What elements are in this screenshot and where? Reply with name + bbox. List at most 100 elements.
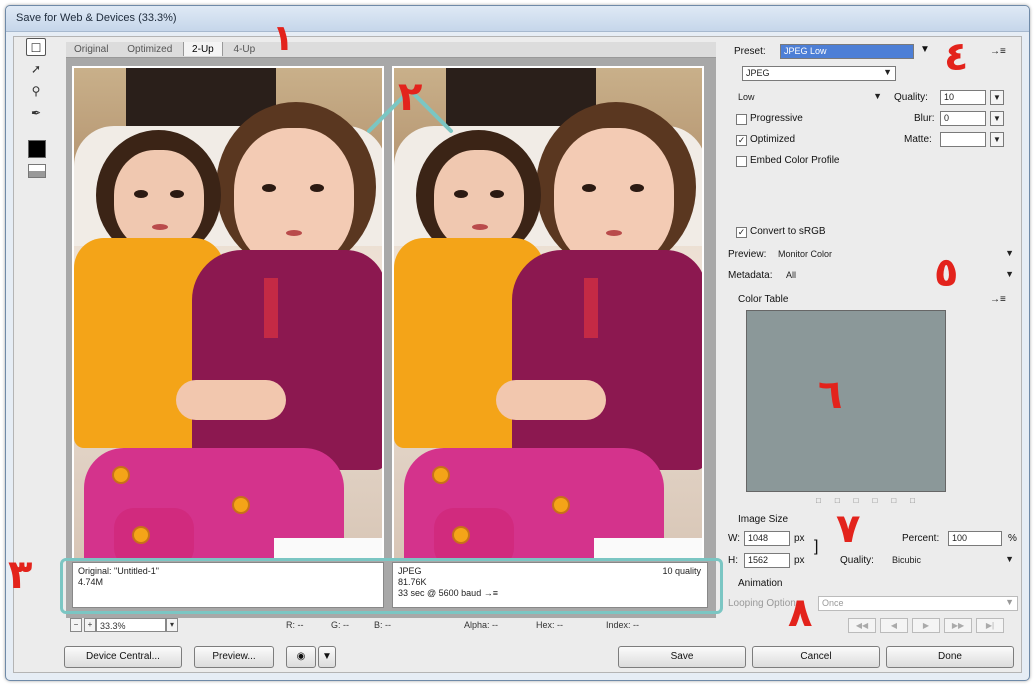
percent-field[interactable]: 100 — [948, 531, 1002, 546]
photo-flower — [234, 498, 248, 512]
preset-select[interactable]: JPEG Low — [780, 44, 914, 59]
blur-field[interactable]: 0 — [940, 111, 986, 126]
browser-icon[interactable]: ◉ — [286, 646, 316, 668]
embed-color-profile-label: Embed Color Profile — [750, 155, 840, 166]
optimize-menu-icon[interactable]: →≡ — [990, 46, 1006, 57]
photo-mouth — [606, 230, 622, 236]
color-table-label: Color Table — [738, 294, 789, 305]
annotation-marker-4: ٤ — [944, 34, 969, 80]
quality-field[interactable]: 10 — [940, 90, 986, 105]
animation-controls: ◀◀ ◀ ▶ ▶▶ ▶| — [848, 618, 1018, 634]
color-table-menu-icon[interactable]: →≡ — [990, 294, 1006, 305]
looping-options-select[interactable]: Once ▼ — [818, 596, 1018, 611]
slice-select-tool-icon[interactable]: ➚ — [26, 60, 46, 78]
annotation-marker-2: ٢ — [398, 74, 423, 120]
resample-quality-value: Bicubic — [892, 555, 922, 565]
width-field[interactable]: 1048 — [744, 531, 790, 546]
zoom-level-field[interactable]: 33.3% — [96, 618, 166, 632]
zoom-level-value: 33.3% — [100, 621, 126, 631]
optimized-label: Optimized — [750, 134, 796, 145]
chevron-down-icon: ▼ — [883, 67, 892, 77]
file-format-select[interactable]: JPEG ▼ — [742, 66, 896, 81]
blur-label: Blur: — [914, 113, 935, 124]
blue-readout: B: -- — [374, 620, 391, 630]
previous-frame-icon[interactable]: ◀ — [880, 618, 908, 633]
constrain-proportions-icon[interactable]: ] — [814, 538, 818, 556]
photo-arm — [176, 380, 286, 420]
quality-label: Quality: — [894, 92, 928, 103]
done-button[interactable]: Done — [886, 646, 1014, 668]
preview-value: Monitor Color — [778, 249, 833, 259]
quality-level-value: Low — [738, 92, 755, 102]
zoom-out-icon[interactable]: − — [70, 618, 82, 632]
next-frame-icon[interactable]: ▶▶ — [944, 618, 972, 633]
eyedropper-color-swatch[interactable] — [28, 140, 46, 158]
photo-eye — [134, 190, 148, 198]
tab-2-up[interactable]: 2-Up — [183, 42, 223, 56]
first-frame-icon[interactable]: ◀◀ — [848, 618, 876, 633]
progressive-checkbox[interactable] — [736, 114, 747, 125]
tab-optimized[interactable]: Optimized — [119, 42, 180, 56]
metadata-value: All — [786, 270, 797, 280]
chevron-down-icon: ▼ — [1005, 248, 1014, 258]
photo-eye — [262, 184, 276, 192]
width-value: 1048 — [748, 533, 769, 543]
photo-flower — [114, 468, 128, 482]
play-icon[interactable]: ▶ — [912, 618, 940, 633]
hand-tool-icon[interactable]: ☐ — [26, 38, 46, 56]
photo-eye — [454, 190, 468, 198]
quality-level-select[interactable]: Low ▼ — [734, 90, 886, 105]
tab-4-up[interactable]: 4-Up — [226, 42, 264, 56]
green-readout: G: -- — [331, 620, 349, 630]
quality-dropdown-icon[interactable]: ▼ — [990, 90, 1004, 105]
tab-original[interactable]: Original — [66, 42, 116, 56]
annotation-marker-1: ١ — [272, 18, 294, 59]
device-central-button[interactable]: Device Central... — [64, 646, 182, 668]
zoom-dropdown-icon[interactable]: ▾ — [166, 618, 178, 632]
height-field[interactable]: 1562 — [744, 553, 790, 568]
optimized-image-pane[interactable] — [392, 66, 704, 560]
preset-dropdown-icon[interactable]: ▼ — [920, 44, 930, 55]
quality-value: 10 — [944, 92, 955, 102]
resample-quality-select[interactable]: Bicubic ▼ — [888, 553, 1018, 568]
height-value: 1562 — [748, 555, 769, 565]
photo-shoe — [434, 508, 514, 558]
color-table-area[interactable] — [746, 310, 946, 492]
matte-field[interactable] — [940, 132, 986, 147]
preview-label: Preview: — [728, 249, 767, 260]
photo-eye — [170, 190, 184, 198]
photo-girl-face — [554, 128, 674, 268]
photo-dress-stripe — [264, 278, 278, 338]
preview-in-browser-button[interactable]: Preview... — [194, 646, 274, 668]
convert-srgb-checkbox[interactable]: ✓ — [736, 227, 747, 238]
optimized-checkbox[interactable]: ✓ — [736, 135, 747, 146]
photo-mouth — [472, 224, 488, 230]
blur-value: 0 — [944, 113, 950, 123]
toggle-slices-visibility-icon[interactable] — [28, 164, 46, 178]
file-format-value: JPEG — [746, 68, 770, 78]
image-size-label: Image Size — [738, 514, 789, 525]
browser-menu-dropdown-icon[interactable]: ▼ — [318, 646, 336, 668]
chevron-down-icon: ▼ — [873, 91, 882, 101]
photo-seat — [274, 538, 382, 558]
chevron-down-icon: ▼ — [1005, 269, 1014, 279]
save-button[interactable]: Save — [618, 646, 746, 668]
tool-column: ☐ ➚ ⚲ ✒ — [16, 38, 56, 178]
index-readout: Index: -- — [606, 620, 640, 630]
matte-dropdown-icon[interactable]: ▼ — [990, 132, 1004, 147]
zoom-tool-icon[interactable]: ⚲ — [26, 82, 46, 100]
blur-dropdown-icon[interactable]: ▼ — [990, 111, 1004, 126]
chevron-down-icon: ▼ — [1005, 554, 1014, 564]
preview-select[interactable]: Monitor Color ▼ — [774, 247, 1018, 262]
photo-dress-stripe — [584, 278, 598, 338]
zoom-in-icon[interactable]: + — [84, 618, 96, 632]
eyedropper-tool-icon[interactable]: ✒ — [26, 104, 46, 122]
photo-mouth — [152, 224, 168, 230]
photo-flower — [434, 468, 448, 482]
cancel-button[interactable]: Cancel — [752, 646, 880, 668]
metadata-select[interactable]: All ▼ — [782, 268, 1018, 283]
embed-color-profile-checkbox[interactable] — [736, 156, 747, 167]
photo-eye — [582, 184, 596, 192]
original-image-pane[interactable] — [72, 66, 384, 560]
last-frame-icon[interactable]: ▶| — [976, 618, 1004, 633]
